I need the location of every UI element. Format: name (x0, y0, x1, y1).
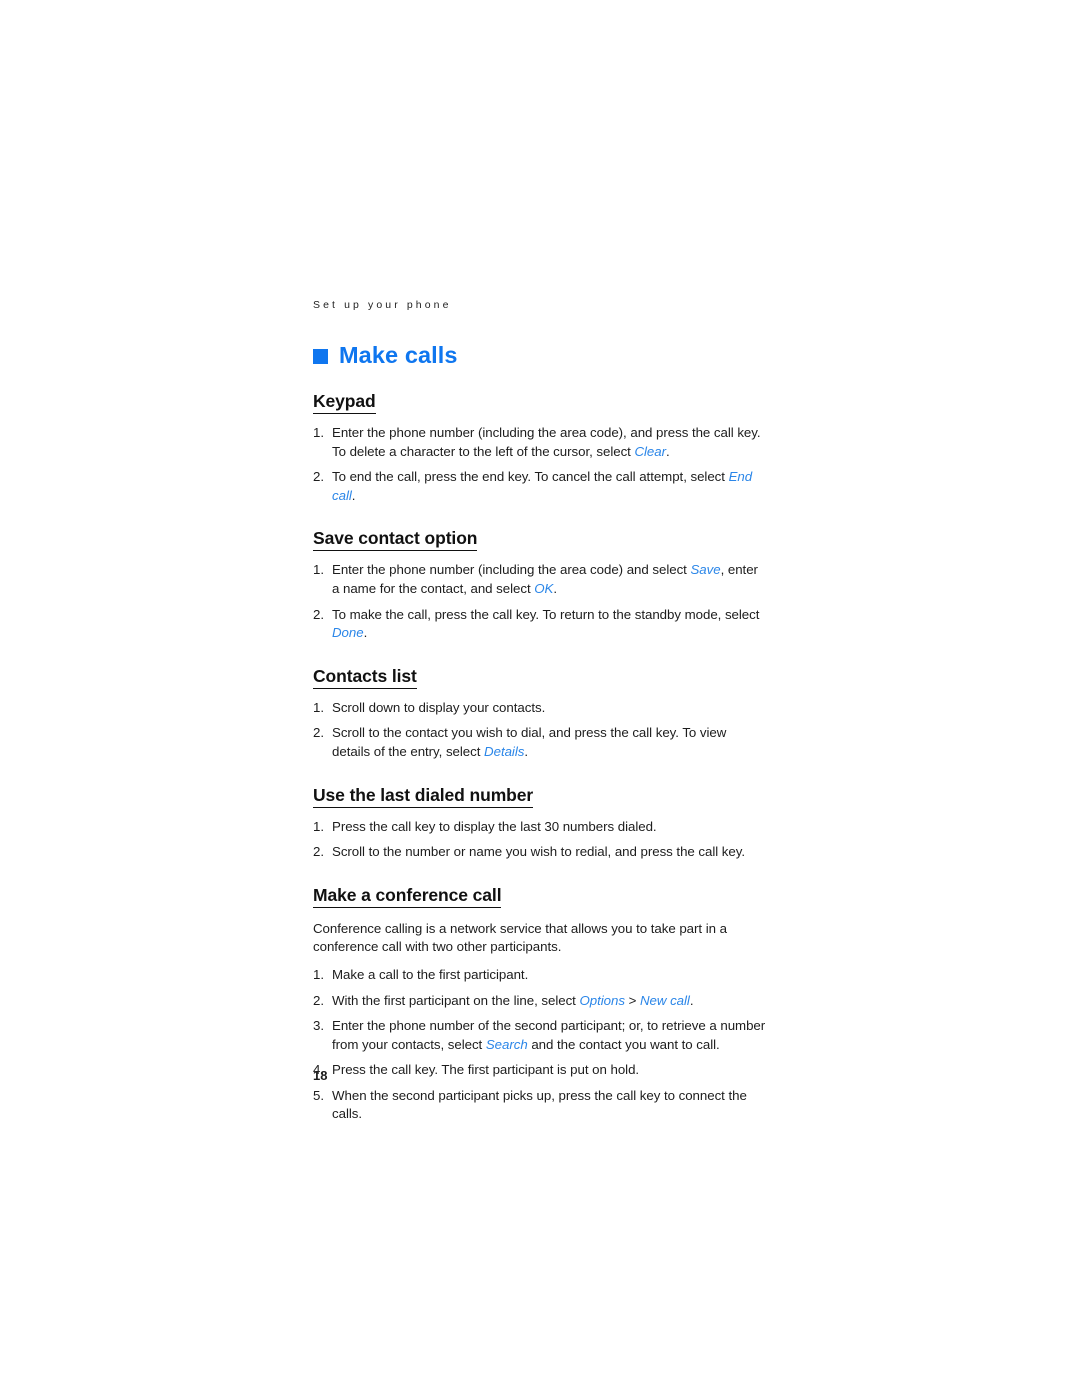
chapter-title-text: Make calls (339, 342, 458, 368)
step-number: 2. (313, 992, 324, 1008)
ui-term: OK (534, 580, 554, 596)
section-heading: Keypad (313, 390, 376, 414)
step-list-item: 1. Enter the phone number (including the … (313, 424, 768, 461)
step-list-item: 2. With the first participant on the line… (313, 992, 768, 1011)
ui-term: New call (639, 992, 690, 1008)
step-number: 1. (313, 425, 324, 440)
step-text: . (666, 443, 670, 459)
section-heading-wrap: Use the last dialed number (313, 784, 768, 816)
step-text: Press the call key. The first participan… (332, 1062, 640, 1078)
document-page: Set up your phone Make calls Keypad 1. Ent… (0, 0, 1080, 1397)
step-text: . (689, 992, 694, 1008)
step-number: 5. (313, 1087, 324, 1103)
section-heading-wrap: Save contact option (313, 527, 768, 559)
step-text: Scroll down to display your contacts. (332, 699, 546, 715)
step-list: 1. Enter the phone number (including the … (313, 424, 768, 505)
step-text: . (363, 625, 368, 641)
document-section: Keypad 1. Enter the phone number (includin… (313, 390, 768, 505)
section-paragraph: Conference calling is a network service … (313, 920, 727, 955)
section-heading: Make a conference call (313, 884, 502, 908)
step-number: 3. (313, 1018, 324, 1034)
document-section: Contacts list 1. Scroll down to display yo… (313, 665, 768, 762)
step-number: 1. (313, 966, 324, 982)
ui-term: Save (690, 562, 721, 578)
step-list-item: 1. Scroll down to display your contacts. (313, 699, 768, 718)
step-number: 2. (313, 606, 324, 622)
step-text: With the first participant on the line, … (332, 992, 580, 1008)
sections-container: Keypad 1. Enter the phone number (includin… (313, 390, 768, 1124)
step-text: . (524, 743, 528, 759)
step-list-item: 4. Press the call key. The first particip… (313, 1061, 768, 1080)
section-heading: Contacts list (313, 665, 417, 689)
step-text: When the second participant picks up, pr… (332, 1087, 747, 1122)
step-text: To end the call, press the end key. To c… (332, 469, 729, 485)
step-text: Enter the phone number (including the ar… (332, 562, 691, 578)
ui-term: Done (332, 625, 364, 641)
blue-square-bullet-icon (313, 348, 328, 364)
ui-term: Search (485, 1036, 528, 1052)
step-list-item: 1. Enter the phone number (including the … (313, 561, 768, 598)
section-heading-wrap: Make a conference call (313, 884, 768, 916)
step-number: 2. (313, 725, 324, 741)
step-list-item: 2. To make the call, press the call key. … (313, 606, 768, 643)
ui-term: Details (484, 743, 525, 759)
step-text: To make the call, press the call key. To… (332, 606, 760, 622)
section-heading: Save contact option (313, 527, 477, 552)
page-content: Set up your phone Make calls Keypad 1. Ent… (313, 298, 768, 1146)
step-text: Scroll to the number or name you wish to… (332, 844, 745, 860)
step-list-item: 2. Scroll to the contact you wish to dial… (313, 724, 768, 761)
step-text: > (624, 992, 640, 1008)
step-text: Enter the phone number (including the ar… (332, 425, 761, 459)
step-text: . (351, 487, 356, 503)
page-number: 18 (313, 1068, 328, 1083)
section-heading: Use the last dialed number (313, 784, 533, 808)
running-header: Set up your phone (313, 299, 452, 311)
step-list-item: 5. When the second participant picks up, … (313, 1087, 768, 1124)
step-number: 1. (313, 818, 324, 834)
section-heading-wrap: Contacts list (313, 665, 768, 697)
document-section: Use the last dialed number 1. Press the ca… (313, 784, 768, 862)
step-number: 2. (313, 844, 324, 860)
step-list: 1. Make a call to the first participant. 2… (313, 966, 768, 1124)
step-number: 2. (313, 469, 324, 485)
step-text: Scroll to the contact you wish to dial, … (332, 725, 727, 759)
step-list-item: 2. Scroll to the number or name you wish … (313, 843, 768, 862)
step-list-item: 2. To end the call, press the end key. To… (313, 468, 768, 505)
step-text: and the contact you want to call. (527, 1036, 720, 1052)
step-text: . (553, 580, 558, 596)
step-text: Press the call key to display the last 3… (332, 818, 657, 834)
ui-term: Options (579, 992, 625, 1008)
document-section: Make a conference call Conference calling… (313, 884, 768, 1124)
section-heading-wrap: Keypad (313, 390, 768, 422)
step-number: 1. (313, 562, 324, 578)
step-number: 1. (313, 699, 324, 715)
step-list-item: 1. Press the call key to display the last… (313, 818, 768, 837)
step-list: 1. Press the call key to display the last… (313, 818, 768, 862)
step-list-item: 1. Make a call to the first participant. (313, 966, 768, 985)
chapter-title: Make calls (313, 342, 768, 368)
document-section: Save contact option 1. Enter the phone num… (313, 527, 768, 642)
ui-term: Clear (634, 443, 666, 459)
step-list-item: 3. Enter the phone number of the second p… (313, 1017, 768, 1054)
step-list: 1. Scroll down to display your contacts. 2… (313, 699, 768, 762)
step-list: 1. Enter the phone number (including the … (313, 561, 768, 642)
step-text: Make a call to the first participant. (332, 966, 529, 982)
